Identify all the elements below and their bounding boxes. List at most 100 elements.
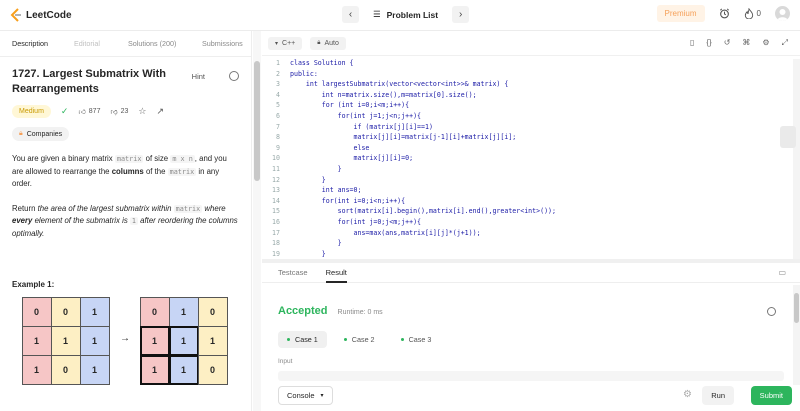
bookmark-icon[interactable]: ▯ [690, 38, 694, 48]
expand-icon[interactable]: ⤢ [782, 38, 788, 48]
code-line[interactable]: 14 for(int i=0;i<n;i++){ [262, 197, 792, 208]
description-scrollbar[interactable] [253, 31, 261, 411]
code-text[interactable]: int ans=0; [290, 186, 362, 197]
matrix-cell: 0 [197, 296, 228, 327]
description-paragraph-1: You are given a binary matrix matrix of … [12, 153, 239, 191]
info-icon[interactable] [767, 307, 776, 316]
code-line[interactable]: 18 } [262, 239, 792, 250]
tab-editorial[interactable]: Editorial [74, 39, 128, 48]
code-text[interactable]: public: [290, 70, 318, 81]
code-text[interactable]: } [290, 239, 342, 250]
code-text[interactable]: } [290, 165, 342, 176]
case-tab-3[interactable]: Case 3 [392, 331, 441, 348]
problem-list-button[interactable]: ☰ Problem List [367, 9, 444, 20]
code-area[interactable]: 1 class Solution {2 public: 3 int largestSu… [262, 59, 792, 260]
code-line[interactable]: 9 else [262, 144, 792, 155]
next-problem-button[interactable]: › [452, 6, 470, 23]
settings-gear-icon[interactable]: ⚙ [762, 38, 769, 48]
chevron-down-icon: ▾ [320, 392, 324, 399]
tab-submissions[interactable]: Submissions [202, 39, 243, 48]
matrix-cell: 1 [79, 354, 110, 385]
auto-mode-toggle[interactable]: 🔒︎ Auto [310, 36, 346, 50]
dislike-button[interactable]: 👎︎ 23 [110, 107, 128, 116]
more-options-icon[interactable] [229, 71, 239, 81]
collapse-panel-icon[interactable]: ▭ [778, 268, 786, 277]
user-avatar[interactable] [775, 6, 790, 21]
language-select[interactable]: ▾ C++ [268, 36, 303, 50]
line-number: 16 [272, 217, 280, 226]
result-status: Accepted Runtime: 0 ms [278, 305, 383, 317]
like-button[interactable]: 👍︎ 877 [78, 107, 100, 116]
run-button[interactable]: Run [702, 385, 734, 405]
code-line[interactable]: 13 int ans=0; [262, 186, 792, 197]
reset-icon[interactable]: ↺ [724, 38, 731, 48]
code-text[interactable]: for (int i=0;i<m;i++){ [290, 101, 409, 112]
code-text[interactable]: sort(matrix[i].begin(),matrix[i].end(),g… [290, 207, 556, 218]
code-line[interactable]: 16 for(int j=0;j<m;j++){ [262, 218, 792, 229]
streak-counter[interactable]: 0 [744, 8, 761, 19]
debug-icon[interactable]: ⚙ [683, 389, 692, 400]
code-line[interactable]: 1 class Solution { [262, 59, 792, 70]
case-tab-2[interactable]: Case 2 [335, 331, 384, 348]
submit-button[interactable]: Submit [750, 385, 792, 405]
code-editor-panel: ▾ C++ 🔒︎ Auto ▯ {} ↺ ⌘ ⚙ ⤢ 1 class Soluti… [262, 31, 800, 259]
notes-side-tab[interactable] [780, 126, 796, 148]
command-icon[interactable]: ⌘ [742, 38, 750, 48]
chevron-right-icon: › [458, 9, 463, 20]
code-line[interactable]: 6 for(int j=1;j<n;j++){ [262, 112, 792, 123]
code-text[interactable]: else [290, 144, 370, 155]
code-line[interactable]: 17 ans=max(ans,matrix[i][j]*(j+1)); [262, 229, 792, 240]
previous-problem-button[interactable]: ‹ [342, 6, 359, 23]
code-line[interactable]: 4 int n=matrix.size(),m=matrix[0].size()… [262, 91, 792, 102]
chevron-left-icon: ‹ [348, 9, 353, 20]
scrollbar-thumb[interactable] [794, 293, 799, 323]
line-number: 3 [276, 80, 280, 89]
thumbs-down-icon: 👎︎ [110, 109, 118, 116]
code-text[interactable]: matrix[j][i]=0; [290, 154, 414, 165]
tab-description[interactable]: Description [12, 39, 74, 48]
code-text[interactable]: } [290, 176, 326, 187]
code-line[interactable]: 5 for (int i=0;i<m;i++){ [262, 101, 792, 112]
result-scrollbar[interactable] [793, 285, 800, 385]
companies-button[interactable]: 🔒︎ Companies [12, 127, 70, 141]
code-line[interactable]: 8 matrix[j][i]=matrix[j-1][i]+matrix[j][… [262, 133, 792, 144]
matrix-cell: 1 [168, 296, 199, 327]
code-text[interactable]: matrix[j][i]=matrix[j-1][i]+matrix[j][i]… [290, 133, 517, 144]
star-icon[interactable]: ☆ [138, 106, 146, 117]
code-text[interactable]: for(int j=1;j<n;j++){ [290, 112, 421, 123]
list-icon: ☰ [373, 9, 381, 19]
hint-button[interactable]: Hint [192, 72, 205, 81]
code-line[interactable]: 10 matrix[j][i]=0; [262, 154, 792, 165]
code-line[interactable]: 7 if (matrix[j][i]==1) [262, 123, 792, 134]
braces-icon[interactable]: {} [706, 38, 711, 48]
code-text[interactable]: if (matrix[j][i]==1) [290, 123, 433, 134]
case-tab-1[interactable]: Case 1 [278, 331, 327, 348]
leetcode-logo[interactable]: LeetCode [10, 8, 72, 22]
case-label: Case 1 [295, 335, 318, 344]
code-line[interactable]: 2 public: [262, 70, 792, 81]
console-button[interactable]: Console ▾ [278, 385, 333, 405]
tab-solutions[interactable]: Solutions (200) [128, 39, 202, 48]
code-line[interactable]: 15 sort(matrix[i].begin(),matrix[i].end(… [262, 207, 792, 218]
example-title: Example 1: [12, 280, 55, 289]
line-number: 15 [272, 207, 280, 216]
share-icon[interactable]: ↗ [156, 106, 164, 117]
timer-button[interactable] [719, 8, 730, 19]
code-line[interactable]: 12 } [262, 176, 792, 187]
code-text[interactable]: int n=matrix.size(),m=matrix[0].size(); [290, 91, 477, 102]
code-line[interactable]: 11 } [262, 165, 792, 176]
code-text[interactable]: class Solution { [290, 59, 354, 70]
tab-result[interactable]: Result [325, 268, 348, 283]
code-text[interactable]: for(int j=0;j<m;j++){ [290, 218, 421, 229]
tab-testcase[interactable]: Testcase [278, 268, 308, 277]
code-text[interactable]: ans=max(ans,matrix[i][j]*(j+1)); [290, 229, 481, 240]
premium-button[interactable]: Premium [656, 5, 705, 22]
matrix-cell: 1 [79, 325, 110, 356]
code-line[interactable]: 3 int largestSubmatrix(vector<vector<int… [262, 80, 792, 91]
line-number: 10 [272, 154, 280, 163]
editor-scrollbar[interactable] [793, 59, 800, 259]
code-text[interactable]: for(int i=0;i<n;i++){ [290, 197, 405, 208]
code-text[interactable]: int largestSubmatrix(vector<vector<int>>… [290, 80, 508, 91]
desc-text: Return [12, 203, 36, 213]
scrollbar-thumb[interactable] [254, 61, 260, 181]
